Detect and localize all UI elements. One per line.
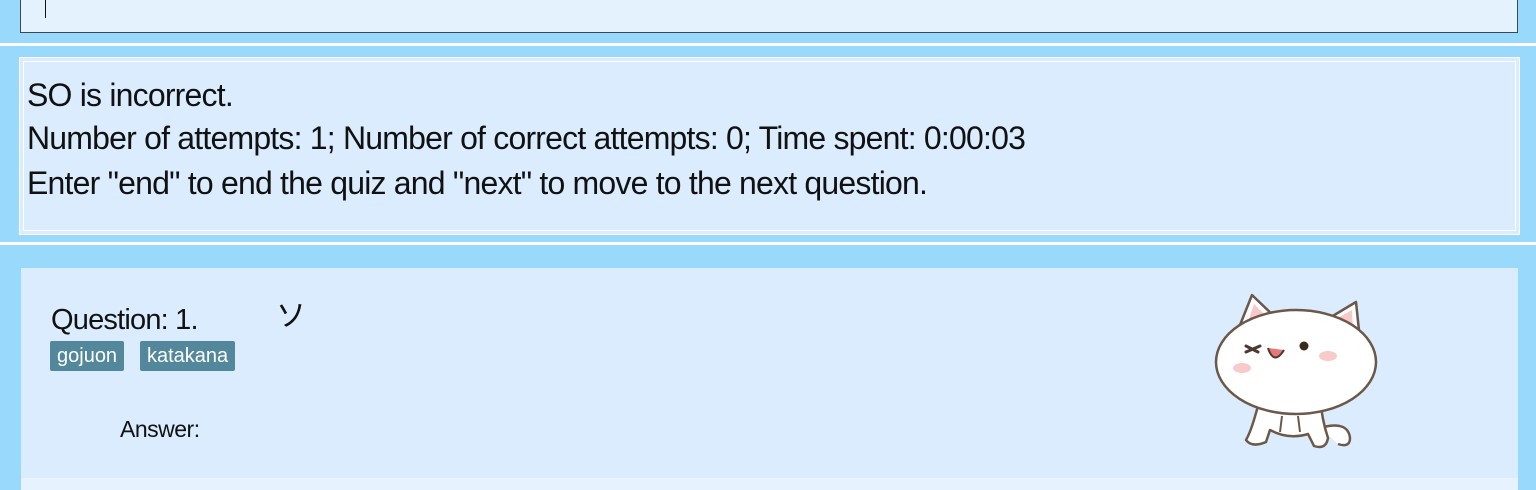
- feedback-stats: Number of attempts: 1; Number of correct…: [27, 120, 1026, 156]
- cat-sticker-icon: [1214, 293, 1378, 449]
- tag-katakana[interactable]: katakana: [140, 341, 236, 371]
- question-character: ソ: [276, 299, 306, 334]
- divider: [0, 242, 1536, 245]
- divider: [0, 43, 1536, 46]
- feedback-instructions: Enter "end" to end the quiz and "next" t…: [27, 165, 928, 201]
- feedback-result: SO is incorrect.: [27, 77, 234, 113]
- tag-gojuon[interactable]: gojuon: [50, 341, 125, 371]
- text-caret: [45, 0, 46, 18]
- question-panel-footer: [21, 478, 1518, 490]
- question-label: Question: 1.: [51, 304, 199, 336]
- answer-input-box[interactable]: [20, 0, 1518, 33]
- answer-label: Answer:: [120, 416, 200, 442]
